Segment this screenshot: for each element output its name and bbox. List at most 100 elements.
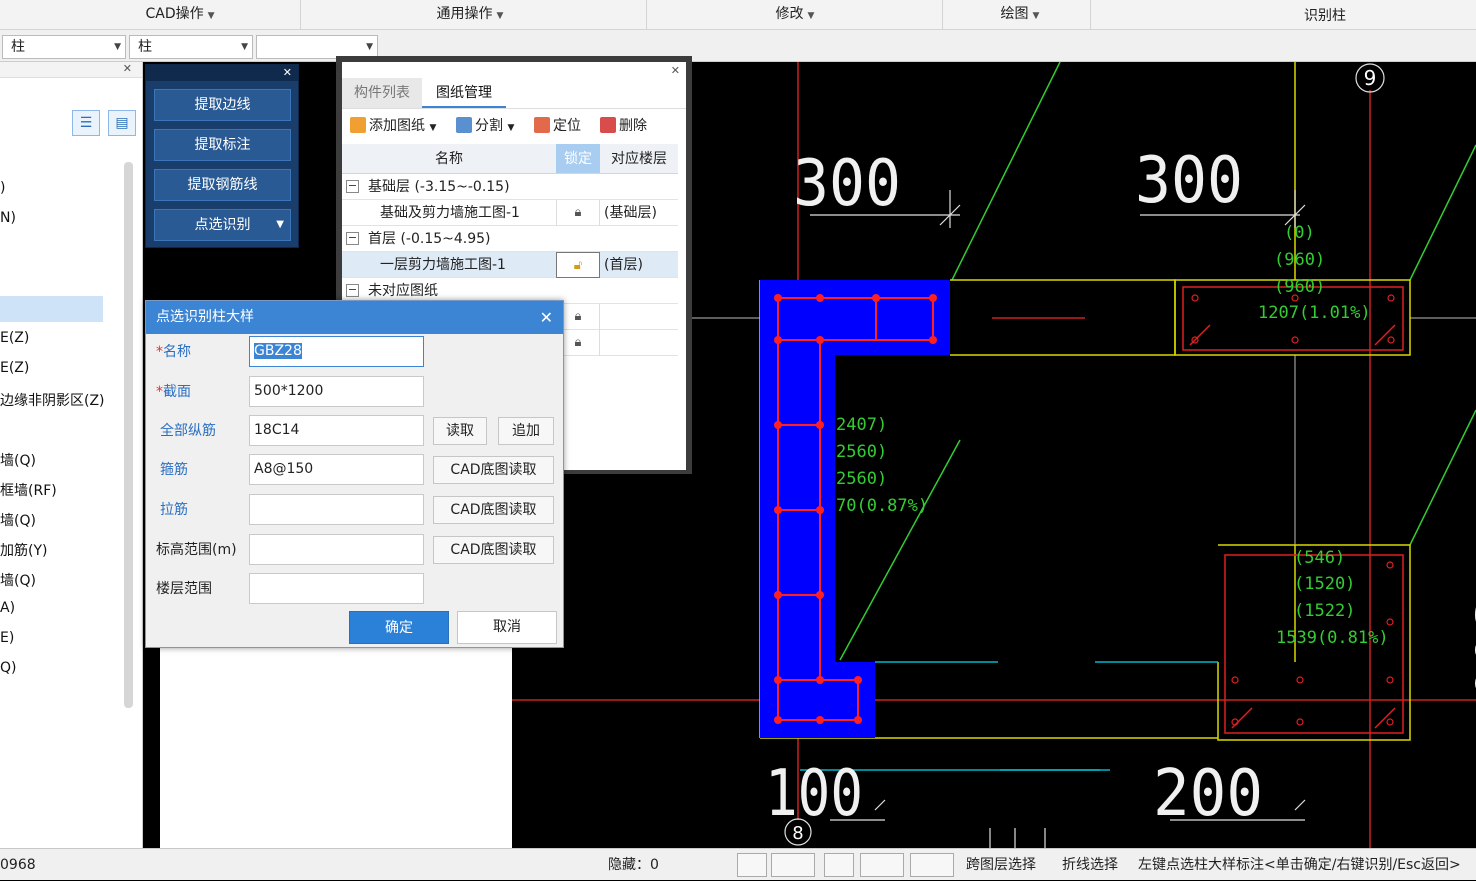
tree-item[interactable]: A) (0, 600, 15, 616)
tree-item[interactable]: E(Z) (0, 330, 29, 346)
tree-item[interactable]: 加筋(Y) (0, 540, 47, 560)
close-icon[interactable]: ✕ (283, 66, 292, 79)
ribbon-modify[interactable]: 修改 ▼ (740, 0, 850, 30)
tree-item[interactable]: E(Z) (0, 360, 29, 376)
snap-icon[interactable] (771, 853, 815, 877)
annot-rt-3: (960) (1274, 277, 1325, 297)
collapse-icon[interactable]: − (346, 232, 359, 245)
tree-item[interactable]: ) (0, 180, 5, 196)
add-drawing-button[interactable]: 添加图纸 ▼ (350, 112, 436, 140)
stirrup-label: 箍筋 (160, 462, 188, 478)
type-dropdown[interactable]: 柱 ▼ (2, 35, 126, 59)
dim-300-vertical: 300 (1462, 600, 1476, 700)
collapse-icon[interactable]: − (346, 180, 359, 193)
elevation-label: 标高范围(m) (156, 542, 237, 558)
tree-item[interactable]: N) (0, 210, 16, 226)
tab-drawing-management[interactable]: 图纸管理 (422, 78, 506, 108)
column-header-name: 名称 (342, 144, 556, 174)
append-button[interactable]: 追加 (498, 417, 554, 445)
tree-item[interactable]: E) (0, 630, 14, 646)
list-view-icon[interactable]: ☰ (72, 110, 100, 136)
component-tree-panel: ✕ ☰ ▤ ) N) E(Z) E(Z) 边缘非阴影区(Z) 墙(Q) 框墙(R… (0, 62, 143, 848)
scrollbar[interactable] (124, 162, 133, 708)
annot-rt-1: (0) (1284, 223, 1315, 243)
locate-icon (534, 117, 550, 133)
chevron-down-icon: ▼ (429, 123, 437, 133)
ribbon: CAD操作 ▼ 通用操作 ▼ 修改 ▼ 绘图 ▼ 识别柱 (0, 0, 1476, 30)
annot-rb-4: 1539(0.81%) (1276, 628, 1389, 648)
tab-component-list[interactable]: 构件列表 (342, 78, 422, 108)
annot-left-2: 2560) (836, 442, 887, 462)
annot-left-4: 70(0.87%) (836, 496, 928, 516)
chevron-down-icon: ▼ (241, 42, 248, 52)
ribbon-common-ops[interactable]: 通用操作 ▼ (380, 0, 560, 30)
delete-button[interactable]: 删除 (600, 112, 647, 140)
floors-input[interactable] (249, 573, 424, 604)
tie-input[interactable] (249, 494, 424, 525)
tree-item[interactable]: Q) (0, 660, 16, 676)
extract-label-button[interactable]: 提取标注 (154, 129, 291, 161)
chevron-down-icon: ▼ (807, 11, 815, 21)
offset-icon[interactable] (910, 853, 954, 877)
section-label: *截面 (156, 384, 191, 400)
tree-item[interactable]: 墙(Q) (0, 510, 36, 530)
tree-item[interactable]: 墙(Q) (0, 450, 36, 470)
ok-button[interactable]: 确定 (349, 611, 449, 644)
dialog-title-bar: 点选识别柱大样 ✕ (146, 301, 563, 334)
close-icon[interactable]: ✕ (540, 301, 553, 334)
subtype-dropdown[interactable]: 柱 ▼ (129, 35, 253, 59)
ribbon-draw[interactable]: 绘图 ▼ (970, 0, 1070, 30)
cancel-button[interactable]: 取消 (457, 611, 557, 644)
tie-cad-read-button[interactable]: CAD底图读取 (433, 496, 554, 524)
close-icon[interactable]: ✕ (123, 62, 132, 75)
status-bar: 0968 隐藏：0 跨图层选择 折线选择 左键点选柱大样标注<单击确定/右键识别… (0, 848, 1476, 880)
annot-left-1: 2407) (836, 415, 887, 435)
ribbon-identify-column[interactable]: 识别柱 (1280, 2, 1370, 32)
tree-group-row[interactable]: − 首层 (-0.15~4.95) (342, 226, 678, 252)
long-bars-input[interactable]: 18C14 (249, 415, 424, 446)
locate-button[interactable]: 定位 (534, 112, 581, 140)
ribbon-cad-ops[interactable]: CAD操作 ▼ (100, 0, 260, 30)
tree-item[interactable]: 边缘非阴影区(Z) (0, 390, 105, 410)
extract-edge-button[interactable]: 提取边线 (154, 89, 291, 121)
annot-rt-4: 1207(1.01%) (1258, 303, 1371, 323)
chevron-down-icon: ▼ (1032, 11, 1040, 21)
column-header-lock[interactable]: 锁定 (556, 144, 600, 174)
section-input[interactable]: 500*1200 (249, 376, 424, 407)
property-panel-area (160, 640, 512, 848)
card-view-icon[interactable]: ▤ (108, 110, 136, 136)
elevation-input[interactable] (249, 534, 424, 565)
chevron-down-icon: ▼ (276, 219, 284, 230)
annot-rt-2: (960) (1274, 250, 1325, 270)
split-button[interactable]: 分割 ▼ (456, 112, 514, 140)
elevation-cad-read-button[interactable]: CAD底图读取 (433, 536, 554, 564)
close-icon[interactable]: ✕ (671, 64, 680, 77)
annot-rb-2: (1520) (1294, 574, 1355, 594)
name-input[interactable]: GBZ28 (249, 336, 424, 367)
cross-layer-select-button[interactable]: 跨图层选择 (966, 849, 1036, 881)
dim-300-left: 300 (793, 147, 901, 221)
ortho-icon[interactable] (737, 853, 767, 877)
cross-icon[interactable] (824, 853, 854, 877)
stirrup-input[interactable]: A8@150 (249, 454, 424, 485)
drawing-row[interactable]: 基础及剪力墙施工图-1 🔒︎ (基础层) (342, 200, 678, 226)
extract-panel: ✕ 提取边线 提取标注 提取钢筋线 点选识别 ▼ (145, 64, 299, 248)
hidden-count: 隐藏：0 (608, 857, 659, 873)
drawing-row-selected[interactable]: 一层剪力墙施工图-1 🔓︎ (首层) (342, 252, 678, 278)
unlock-icon[interactable]: 🔓︎ (556, 252, 600, 278)
long-bars-label: 全部纵筋 (160, 423, 216, 439)
point-identify-button[interactable]: 点选识别 ▼ (154, 209, 291, 241)
tree-item[interactable]: 墙(Q) (0, 570, 36, 590)
angle-icon[interactable] (860, 853, 904, 877)
lock-icon[interactable]: 🔒︎ (556, 200, 600, 226)
extract-rebar-line-button[interactable]: 提取钢筋线 (154, 169, 291, 201)
polyline-select-button[interactable]: 折线选择 (1062, 849, 1118, 881)
dim-300-right: 300 (1135, 144, 1243, 218)
collapse-icon[interactable]: − (346, 284, 359, 297)
selected-tree-item[interactable] (0, 296, 103, 322)
tree-group-row[interactable]: − 基础层 (-3.15~-0.15) (342, 174, 678, 200)
stirrup-cad-read-button[interactable]: CAD底图读取 (433, 456, 554, 484)
tree-item[interactable]: 框墙(RF) (0, 480, 57, 500)
point-identify-column-dialog: 点选识别柱大样 ✕ *名称 GBZ28 *截面 500*1200 全部纵筋 18C… (145, 300, 564, 648)
read-button[interactable]: 读取 (433, 417, 487, 445)
